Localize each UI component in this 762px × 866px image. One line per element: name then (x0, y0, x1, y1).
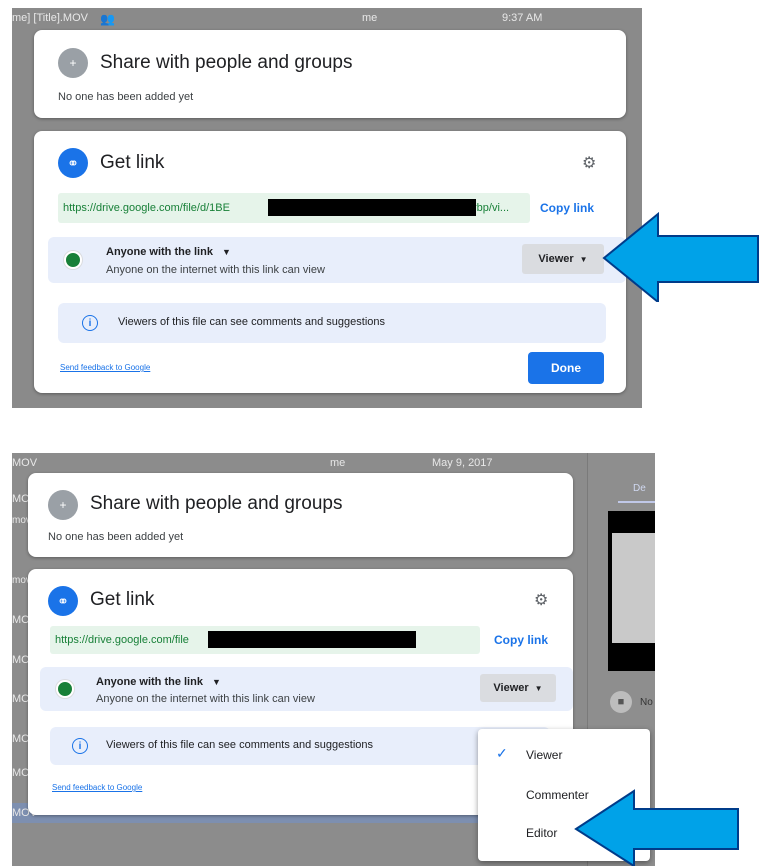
tab-indicator (618, 501, 655, 503)
file-time: 9:37 AM (502, 12, 543, 24)
send-feedback-link[interactable]: Send feedback to Google (60, 363, 150, 372)
access-title: Anyone with the link (96, 676, 203, 688)
access-dropdown[interactable]: Anyone with the link ▼ (96, 676, 221, 688)
share-title: Share with people and groups (100, 52, 353, 73)
menu-item-label: Editor (526, 826, 558, 840)
redaction-bar (268, 199, 476, 216)
access-title: Anyone with the link (106, 246, 213, 258)
get-link-card: ⚭ Get link ⚙ https://drive.google.com/fi… (34, 131, 626, 393)
gear-icon[interactable]: ⚙ (534, 590, 548, 610)
caret-down-icon: ▼ (212, 677, 221, 687)
thumbnail-image (612, 533, 655, 643)
annotation-arrow-icon (574, 789, 739, 866)
details-tab[interactable]: De (633, 483, 646, 494)
globe-icon (64, 251, 82, 269)
info-banner: i Viewers of this file can see comments … (50, 727, 550, 765)
access-dropdown[interactable]: Anyone with the link ▼ (106, 246, 231, 258)
caret-down-icon: ▼ (534, 683, 543, 693)
caret-down-icon: ▼ (222, 247, 231, 257)
screenshot-top: me] [Title].MOV 👥 me 9:37 AM + Share wit… (12, 8, 642, 408)
link-access-row: Anyone with the link ▼ Anyone on the int… (40, 667, 573, 711)
annotation-arrow-icon (602, 212, 759, 302)
shared-icon: 👥 (100, 12, 115, 26)
info-banner: i Viewers of this file can see comments … (58, 303, 606, 343)
link-url-start: https://drive.google.com/file/d/1BE (63, 202, 230, 214)
link-url-end: rbp/vi... (473, 202, 510, 214)
link-access-row: Anyone with the link ▼ Anyone on the int… (48, 237, 626, 283)
share-card: + Share with people and groups No one ha… (28, 473, 573, 557)
share-title: Share with people and groups (90, 493, 343, 514)
lock-icon: ■ (610, 691, 632, 713)
file-row[interactable]: me] [Title].MOV 👥 me 9:37 AM (12, 8, 642, 28)
role-label: Viewer (538, 253, 574, 265)
check-icon: ✓ (496, 745, 508, 761)
caret-down-icon: ▼ (579, 254, 588, 264)
link-icon: ⚭ (48, 586, 78, 616)
share-card: + Share with people and groups No one ha… (34, 30, 626, 118)
copy-link-button[interactable]: Copy link (540, 201, 594, 215)
file-name: MOV (12, 457, 38, 469)
copy-link-button[interactable]: Copy link (494, 633, 548, 647)
info-text: Viewers of this file can see comments an… (106, 739, 373, 751)
file-time: May 9, 2017 (432, 457, 493, 469)
file-owner: me (330, 457, 346, 469)
globe-icon (56, 680, 74, 698)
get-link-title: Get link (90, 589, 155, 610)
menu-item-label: Viewer (526, 748, 563, 762)
share-subtitle: No one has been added yet (58, 91, 194, 103)
link-url-start: https://drive.google.com/file (55, 634, 189, 646)
info-icon: i (72, 738, 88, 754)
info-icon: i (82, 315, 98, 331)
file-thumbnail (608, 511, 655, 671)
access-description: Anyone on the internet with this link ca… (96, 693, 315, 705)
person-add-icon: + (48, 490, 78, 520)
access-note: No (640, 697, 653, 708)
person-add-icon: + (58, 48, 88, 78)
file-name: me] [Title].MOV (12, 12, 88, 24)
file-owner: me (362, 12, 378, 24)
done-button[interactable]: Done (528, 352, 604, 384)
file-row[interactable]: MOV me May 9, 2017 (12, 453, 655, 473)
redaction-bar (208, 631, 416, 648)
link-icon: ⚭ (58, 148, 88, 178)
access-description: Anyone on the internet with this link ca… (106, 264, 325, 276)
get-link-title: Get link (100, 152, 165, 173)
role-label: Viewer (493, 682, 529, 694)
screenshot-bottom: MOV me May 9, 2017 MOV mov mov MOV MOV M… (12, 453, 655, 866)
share-subtitle: No one has been added yet (48, 531, 184, 543)
role-dropdown-button[interactable]: Viewer ▼ (522, 244, 604, 274)
role-dropdown-button[interactable]: Viewer ▼ (480, 674, 556, 702)
menu-item-viewer[interactable]: ✓ Viewer (478, 743, 650, 767)
send-feedback-link[interactable]: Send feedback to Google (52, 783, 142, 792)
gear-icon[interactable]: ⚙ (582, 153, 596, 173)
info-text: Viewers of this file can see comments an… (118, 316, 385, 328)
